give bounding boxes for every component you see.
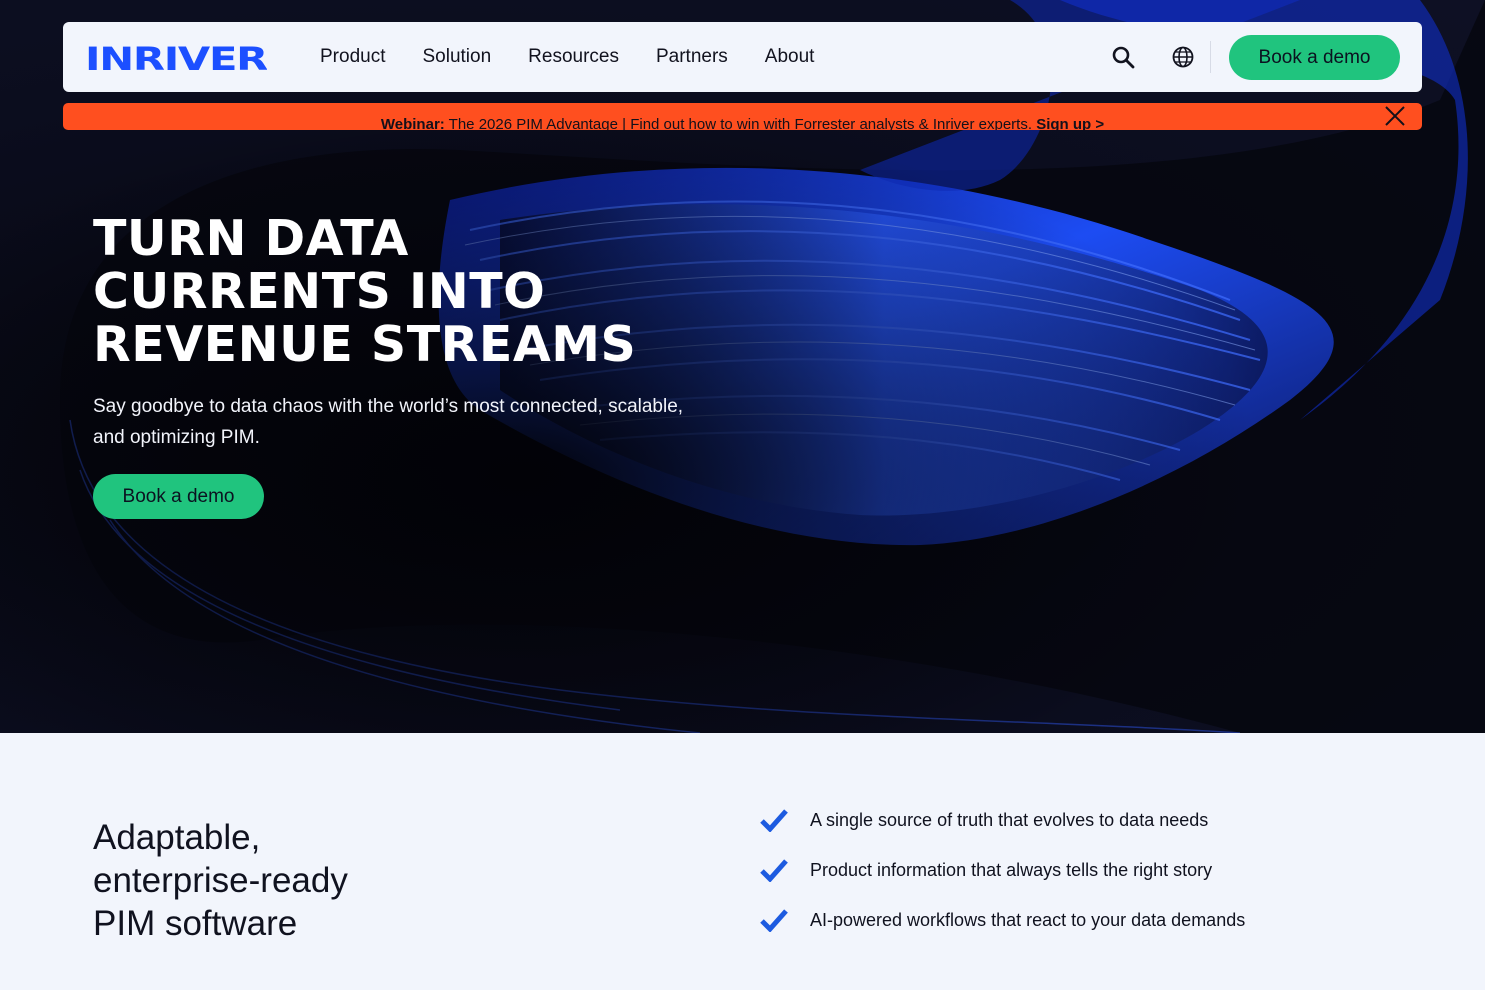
features-title-line-2: enterprise-ready <box>93 861 348 900</box>
features-title-line-1: Adaptable, <box>93 818 261 857</box>
features-title-line-3: PIM software <box>93 904 298 943</box>
book-demo-hero-button[interactable]: Book a demo <box>93 474 264 519</box>
check-icon <box>760 809 788 832</box>
check-icon <box>760 859 788 882</box>
banner-lead: Webinar: <box>380 116 445 130</box>
close-icon[interactable] <box>1384 105 1406 127</box>
hero-title-line-2: CURRENTS INTO <box>93 263 546 320</box>
hero-subtitle: Say goodbye to data chaos with the world… <box>93 396 684 448</box>
nav-item-product[interactable]: Product <box>320 46 385 68</box>
svg-text:INRIVER: INRIVER <box>85 42 267 72</box>
feature-text: Product information that always tells th… <box>810 859 1213 880</box>
banner-signup-link[interactable]: Sign up > <box>1036 116 1104 130</box>
features-title: Adaptable, enterprise-ready PIM software <box>93 816 493 945</box>
check-icon <box>760 909 788 932</box>
nav-item-solution[interactable]: Solution <box>422 46 491 68</box>
nav-item-about[interactable]: About <box>765 46 815 68</box>
hero-title-line-3: REVENUE STREAMS <box>93 316 637 373</box>
page: INRIVER Product Solution Resources Partn… <box>0 0 1485 990</box>
globe-icon[interactable] <box>1171 45 1195 69</box>
top-navbar: INRIVER Product Solution Resources Partn… <box>63 22 1422 92</box>
list-item: AI-powered workflows that react to your … <box>760 905 1245 935</box>
feature-list: A single source of truth that evolves to… <box>760 805 1245 955</box>
feature-text: A single source of truth that evolves to… <box>810 809 1209 830</box>
book-demo-nav-button[interactable]: Book a demo <box>1229 35 1400 80</box>
list-item: Product information that always tells th… <box>760 855 1245 885</box>
hero-title-line-1: TURN DATA <box>93 210 409 267</box>
nav-item-resources[interactable]: Resources <box>528 46 619 68</box>
nav-divider <box>1210 41 1211 73</box>
nav-item-partners[interactable]: Partners <box>656 46 728 68</box>
list-item: A single source of truth that evolves to… <box>760 805 1245 835</box>
feature-text: AI-powered workflows that react to your … <box>810 909 1246 930</box>
banner-text: Webinar: The 2026 PIM Advantage | Find o… <box>63 116 1422 130</box>
search-icon[interactable] <box>1111 45 1135 69</box>
inriver-logo[interactable]: INRIVER <box>85 42 267 72</box>
webinar-banner: Webinar: The 2026 PIM Advantage | Find o… <box>63 103 1422 130</box>
main-nav: Product Solution Resources Partners Abou… <box>320 22 851 92</box>
banner-message: The 2026 PIM Advantage | Find out how to… <box>444 116 1037 130</box>
hero-title: TURN DATA CURRENTS INTO REVENUE STREAMS <box>93 212 793 371</box>
